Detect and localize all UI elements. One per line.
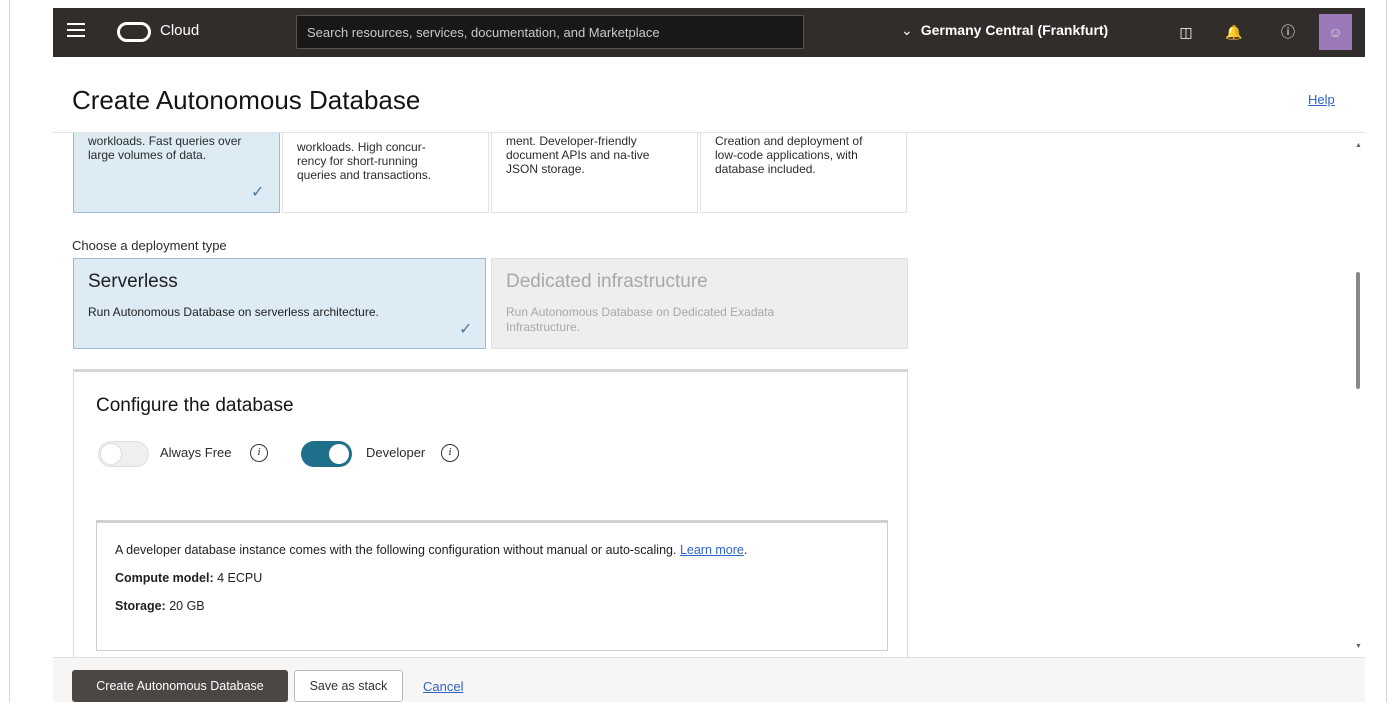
cloud-logo-icon[interactable] <box>117 22 151 42</box>
checkmark-icon: ✓ <box>251 184 265 201</box>
toggle-knob <box>329 444 349 464</box>
info-icon[interactable]: i <box>441 444 459 462</box>
workload-card-text: workloads. High concur-rency for short-r… <box>297 140 432 182</box>
workload-card-text: ment. Developer-friendly document APIs a… <box>506 134 650 176</box>
region-label: Germany Central (Frankfurt) <box>920 22 1109 38</box>
form-footer: Create Autonomous Database Save as stack… <box>53 657 1365 702</box>
developer-config-info: A developer database instance comes with… <box>96 520 888 651</box>
hamburger-menu-icon[interactable] <box>67 23 85 37</box>
info-icon[interactable]: i <box>250 444 268 462</box>
workload-card-transaction-processing[interactable]: workloads. High concur-rency for short-r… <box>282 133 489 213</box>
info-text: A developer database instance comes with… <box>115 543 677 557</box>
storage-row: Storage: 20 GB <box>115 599 869 613</box>
region-selector[interactable]: ⌄ Germany Central (Frankfurt) <box>901 22 1108 39</box>
cloud-shell-icon[interactable]: ◫ <box>1175 21 1197 43</box>
workload-card-text: Creation and deployment of low-code appl… <box>715 134 863 176</box>
page-header: Create Autonomous Database Help <box>53 57 1365 133</box>
frame-left-border <box>9 0 10 702</box>
storage-label: Storage: <box>115 599 166 613</box>
workload-card-json[interactable]: ment. Developer-friendly document APIs a… <box>491 133 698 213</box>
brand-name[interactable]: Cloud <box>160 22 199 39</box>
workload-card-data-warehouse[interactable]: workloads. Fast queries over large volum… <box>73 133 280 213</box>
always-free-toggle[interactable] <box>98 441 149 467</box>
deployment-option-title: Serverless <box>88 271 178 292</box>
learn-more-link[interactable]: Learn more <box>680 543 744 557</box>
workload-card-apex[interactable]: Creation and deployment of low-code appl… <box>700 133 907 213</box>
developer-label: Developer <box>366 445 426 460</box>
scrollbar-thumb[interactable] <box>1356 272 1360 389</box>
developer-toggle[interactable] <box>301 441 352 467</box>
save-as-stack-button[interactable]: Save as stack <box>294 670 403 702</box>
deployment-option-desc: Run Autonomous Database on Dedicated Exa… <box>506 305 775 334</box>
scroll-up-arrow-icon[interactable]: ▲ <box>1355 142 1362 149</box>
checkmark-icon: ✓ <box>459 321 473 338</box>
deployment-option-desc: Run Autonomous Database on serverless ar… <box>88 305 379 319</box>
search-input[interactable]: Search resources, services, documentatio… <box>296 15 804 49</box>
deployment-option-title: Dedicated infrastructure <box>506 271 708 292</box>
cancel-link[interactable]: Cancel <box>423 679 463 694</box>
scrollbar-track[interactable] <box>1353 133 1365 657</box>
create-autonomous-database-button[interactable]: Create Autonomous Database <box>72 670 288 702</box>
help-circle-icon[interactable]: ⓘ <box>1277 21 1299 43</box>
deployment-type-label: Choose a deployment type <box>72 238 227 253</box>
deployment-option-serverless[interactable]: Serverless Run Autonomous Database on se… <box>73 258 486 349</box>
workload-card-text: workloads. Fast queries over large volum… <box>88 134 242 162</box>
notification-bell-icon[interactable]: 🔔 <box>1223 21 1245 43</box>
storage-value: 20 GB <box>169 599 205 613</box>
form-content: workloads. Fast queries over large volum… <box>53 133 1365 657</box>
always-free-label: Always Free <box>160 445 232 460</box>
frame-right-border <box>1386 0 1387 702</box>
configure-database-section: Configure the database Always Free i Dev… <box>73 369 908 657</box>
compute-model-value: 4 ECPU <box>217 571 263 585</box>
compute-model-label: Compute model: <box>115 571 214 585</box>
section-heading: Configure the database <box>96 395 294 416</box>
chevron-down-icon: ⌄ <box>901 22 913 38</box>
user-avatar-icon[interactable]: ☺ <box>1319 14 1352 50</box>
browser-frame: Cloud Search resources, services, docume… <box>0 0 1395 702</box>
scroll-down-arrow-icon[interactable]: ▼ <box>1355 643 1362 650</box>
toggle-knob <box>100 443 122 465</box>
top-navigation-bar: Cloud Search resources, services, docume… <box>53 8 1365 57</box>
deployment-option-dedicated: Dedicated infrastructure Run Autonomous … <box>491 258 908 349</box>
page-title: Create Autonomous Database <box>72 85 421 115</box>
compute-model-row: Compute model: 4 ECPU <box>115 571 869 585</box>
help-link[interactable]: Help <box>1308 92 1335 107</box>
info-text-line: A developer database instance comes with… <box>115 543 748 557</box>
